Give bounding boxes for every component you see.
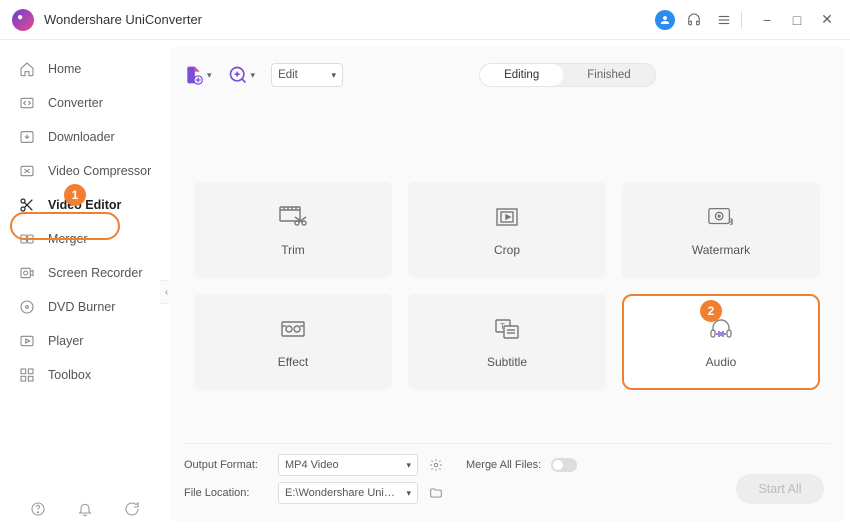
sidebar-item-label: Home (48, 62, 81, 76)
output-format-value: MP4 Video (285, 459, 339, 471)
card-label: Watermark (692, 243, 750, 257)
open-folder-button[interactable] (428, 485, 444, 501)
sidebar-item-home[interactable]: Home (0, 52, 170, 86)
sidebar-item-toolbox[interactable]: Toolbox (0, 358, 170, 392)
add-file-button[interactable]: ▾ (184, 65, 212, 85)
sidebar-item-dvd-burner[interactable]: DVD Burner (0, 290, 170, 324)
card-subtitle[interactable]: T Subtitle (408, 294, 606, 390)
tab-editing[interactable]: Editing (480, 64, 563, 86)
record-icon (18, 264, 36, 282)
card-label: Subtitle (487, 355, 527, 369)
annotation-badge-2: 2 (700, 300, 722, 322)
sidebar-item-label: Player (48, 334, 83, 348)
sidebar-footer (0, 500, 170, 518)
watermark-icon (707, 203, 735, 231)
chevron-down-icon: ▾ (251, 70, 256, 81)
sidebar-item-label: DVD Burner (48, 300, 115, 314)
output-settings-button[interactable] (428, 457, 444, 473)
support-button[interactable] (683, 9, 705, 31)
add-url-button[interactable]: ▾ (228, 65, 256, 85)
tab-finished[interactable]: Finished (563, 64, 654, 86)
scissors-icon (18, 196, 36, 214)
sidebar-item-converter[interactable]: Converter (0, 86, 170, 120)
crop-icon (493, 203, 521, 231)
card-effect[interactable]: Effect (194, 294, 392, 390)
sidebar-item-label: Video Compressor (48, 164, 151, 178)
card-label: Trim (281, 243, 305, 257)
chevron-down-icon: ▾ (332, 70, 337, 81)
start-all-button[interactable]: Start All (736, 474, 824, 504)
tools-grid: Trim Crop Watermark Effect T Subtitle Au… (184, 182, 830, 433)
sidebar-item-label: Converter (48, 96, 103, 110)
output-format-select[interactable]: MP4 Video ▾ (278, 454, 418, 476)
effect-icon (279, 315, 307, 343)
annotation-badge-1: 1 (64, 184, 86, 206)
card-label: Audio (706, 355, 737, 369)
download-icon (18, 128, 36, 146)
footer: Output Format: MP4 Video ▾ Merge All Fil… (184, 443, 830, 510)
tabs: Editing Finished (479, 63, 656, 87)
notifications-button[interactable] (76, 500, 94, 518)
feedback-button[interactable] (123, 500, 141, 518)
sidebar-item-label: Merger (48, 232, 88, 246)
home-icon (18, 60, 36, 78)
sidebar-item-label: Toolbox (48, 368, 91, 382)
app-logo-icon (12, 9, 34, 31)
sidebar-item-label: Screen Recorder (48, 266, 143, 280)
minimize-button[interactable]: − (756, 9, 778, 31)
disc-icon (18, 298, 36, 316)
user-account-button[interactable] (655, 10, 675, 30)
card-watermark[interactable]: Watermark (622, 182, 820, 278)
compress-icon (18, 162, 36, 180)
card-label: Crop (494, 243, 520, 257)
trim-icon (279, 203, 307, 231)
chevron-down-icon: ▾ (406, 488, 411, 499)
hamburger-menu-button[interactable] (713, 9, 735, 31)
help-button[interactable] (29, 500, 47, 518)
grid-icon (18, 366, 36, 384)
merge-files-toggle[interactable] (551, 458, 577, 472)
maximize-button[interactable]: □ (786, 9, 808, 31)
output-format-label: Output Format: (184, 459, 268, 471)
sidebar-item-merger[interactable]: Merger (0, 222, 170, 256)
file-location-value: E:\Wondershare UniConverter (285, 487, 395, 499)
card-trim[interactable]: Trim (194, 182, 392, 278)
card-crop[interactable]: Crop (408, 182, 606, 278)
file-location-select[interactable]: E:\Wondershare UniConverter ▾ (278, 482, 418, 504)
subtitle-icon: T (493, 315, 521, 343)
close-button[interactable]: ✕ (816, 9, 838, 31)
play-icon (18, 332, 36, 350)
chevron-down-icon: ▾ (406, 460, 411, 471)
sidebar-item-label: Downloader (48, 130, 115, 144)
titlebar: Wondershare UniConverter − □ ✕ (0, 0, 850, 40)
edit-type-value: Edit (278, 69, 298, 81)
file-location-label: File Location: (184, 487, 268, 499)
chevron-down-icon: ▾ (207, 70, 212, 81)
merge-icon (18, 230, 36, 248)
edit-type-select[interactable]: Edit ▾ (271, 63, 343, 87)
sidebar: Home Converter Downloader Video Compress… (0, 40, 170, 528)
sidebar-item-player[interactable]: Player (0, 324, 170, 358)
sidebar-item-compressor[interactable]: Video Compressor (0, 154, 170, 188)
card-label: Effect (278, 355, 308, 369)
sidebar-item-screen-recorder[interactable]: Screen Recorder (0, 256, 170, 290)
sidebar-item-downloader[interactable]: Downloader (0, 120, 170, 154)
content-area: ▾ ▾ Edit ▾ Editing Finished Trim Cro (170, 46, 844, 522)
app-title: Wondershare UniConverter (44, 12, 202, 27)
converter-icon (18, 94, 36, 112)
merge-files-label: Merge All Files: (466, 459, 541, 471)
toolbar: ▾ ▾ Edit ▾ Editing Finished (184, 58, 830, 92)
